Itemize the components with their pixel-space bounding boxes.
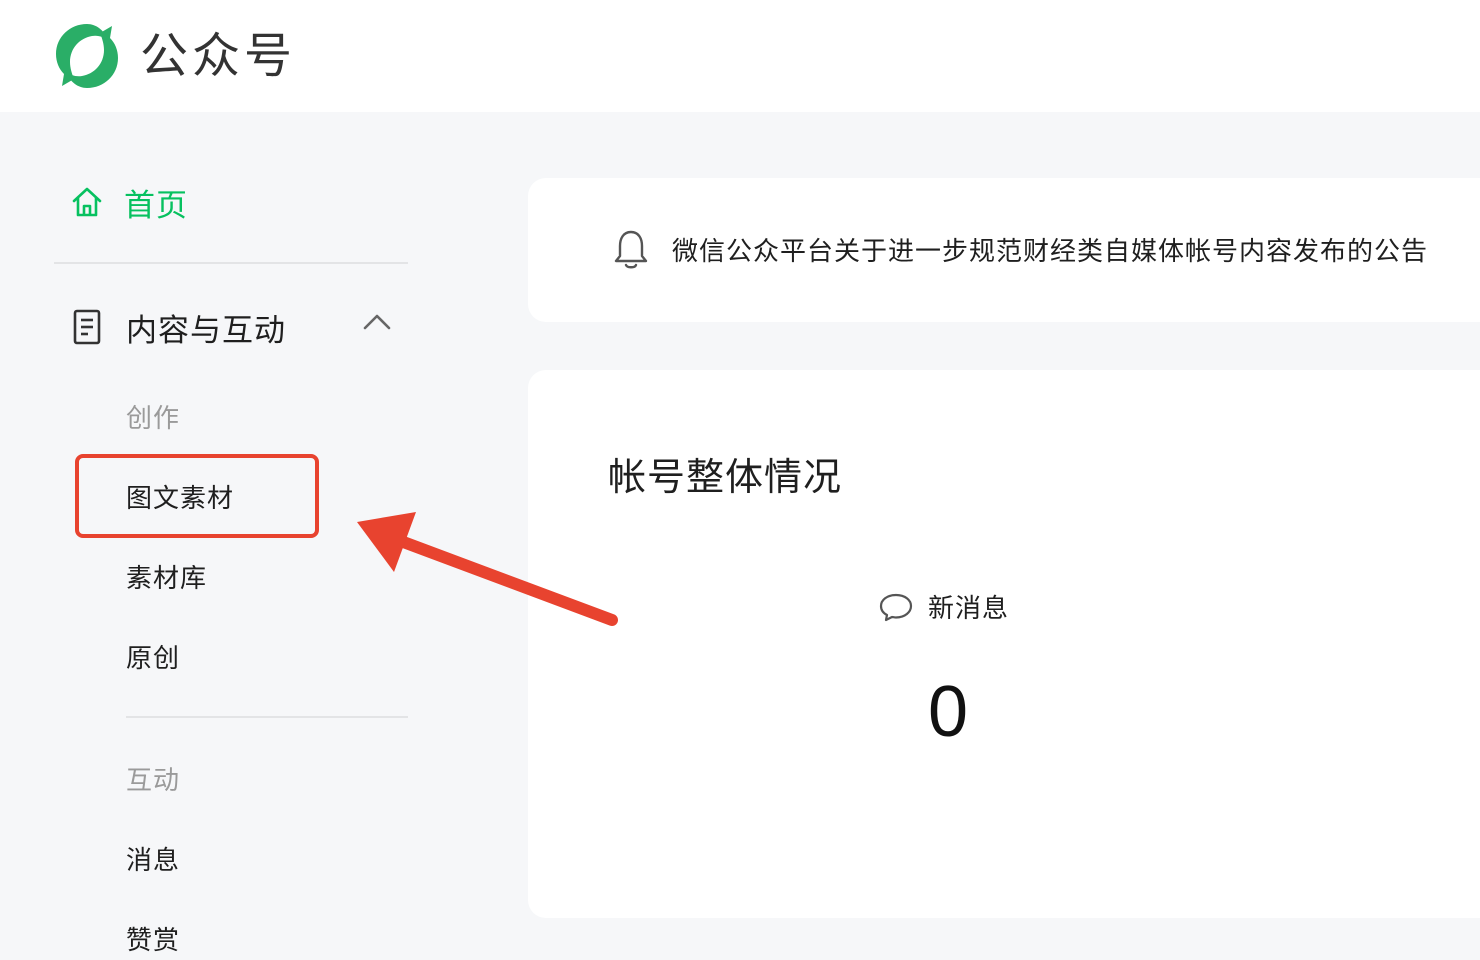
chevron-up-icon[interactable] <box>362 312 392 332</box>
notice-text: 微信公众平台关于进一步规范财经类自媒体帐号内容发布的公告 <box>672 236 1429 267</box>
sidebar-section-content-interaction[interactable]: 内容与互动 <box>72 304 392 350</box>
brand-title: 公众号 <box>140 28 297 84</box>
chat-bubble-icon <box>879 593 913 621</box>
notice-link[interactable]: 微信公众平台关于进一步规范财经类自媒体帐号内容发布的公告 <box>612 228 1428 270</box>
sidebar-item-appreciation[interactable]: 赞赏 <box>126 920 180 957</box>
sidebar: 首页 内容与互动 创作 图文素材 素材库 原创 互动 消息 赞赏 <box>0 112 460 960</box>
home-icon <box>72 187 102 217</box>
sidebar-divider <box>54 262 408 264</box>
metric-label: 新消息 <box>928 594 1010 624</box>
notice-card: 微信公众平台关于进一步规范财经类自媒体帐号内容发布的公告 <box>528 178 1480 322</box>
new-messages-metric[interactable]: 新消息 <box>878 588 1018 625</box>
sidebar-item-material-library[interactable]: 素材库 <box>126 558 207 595</box>
sidebar-subdivider <box>126 716 408 718</box>
account-overview-card: 帐号整体情况 新消息 0 <box>528 370 1480 918</box>
top-bar: 公众号 <box>0 0 1480 112</box>
overview-title: 帐号整体情况 <box>608 455 843 499</box>
metric-value: 0 <box>927 672 969 752</box>
group-title-create: 创作 <box>126 404 181 434</box>
wechat-official-account-logo[interactable] <box>52 22 122 90</box>
sidebar-item-home-label: 首页 <box>124 187 188 224</box>
sidebar-item-original[interactable]: 原创 <box>126 638 180 675</box>
bell-icon <box>614 230 648 269</box>
document-icon <box>73 309 101 345</box>
annotation-highlight-box <box>75 454 319 538</box>
sidebar-section-label: 内容与互动 <box>126 312 286 349</box>
group-title-interaction: 互动 <box>126 766 181 796</box>
sidebar-item-home[interactable]: 首页 <box>70 180 188 224</box>
sidebar-item-messages[interactable]: 消息 <box>126 840 180 877</box>
